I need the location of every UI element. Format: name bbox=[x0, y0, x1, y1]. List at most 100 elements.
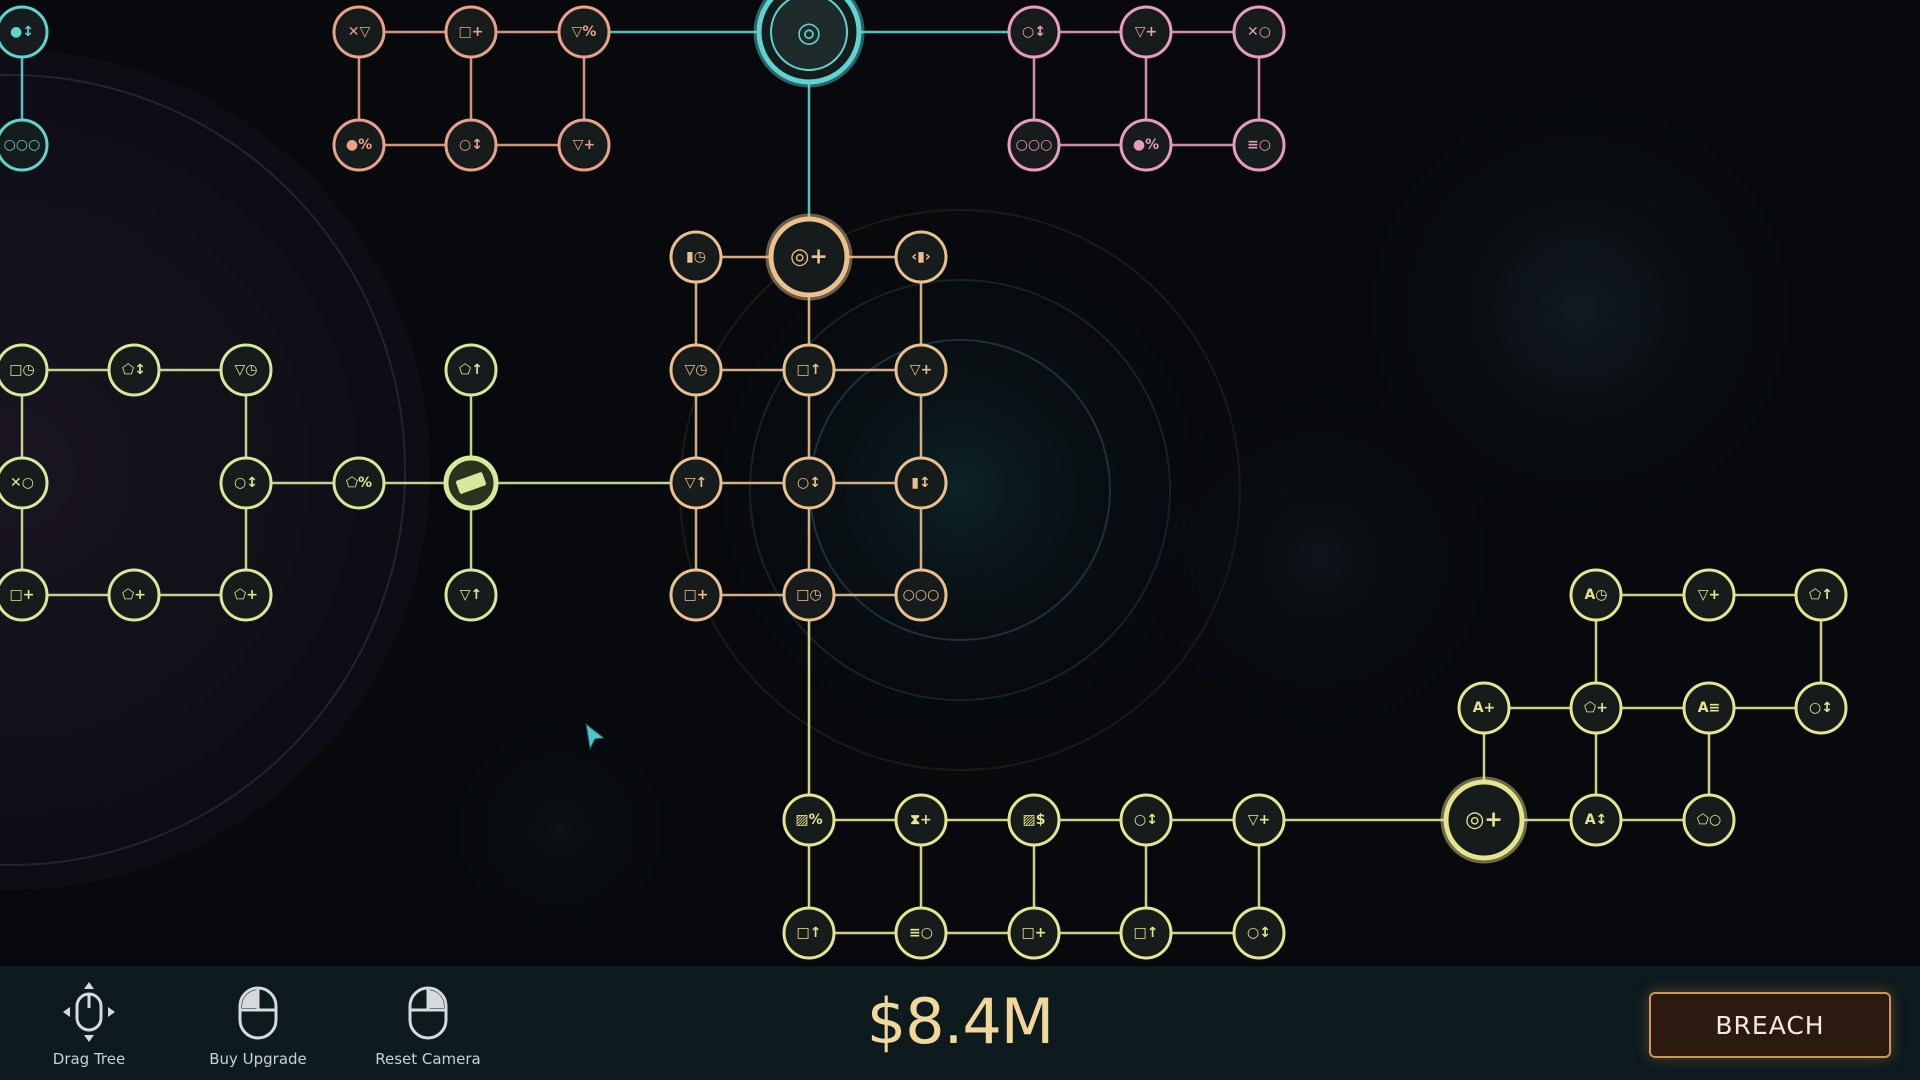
upgrade-node[interactable]: ⬠% bbox=[332, 456, 386, 510]
upgrade-node[interactable]: ▮◷ bbox=[669, 230, 723, 284]
upgrade-node[interactable]: ▽↑ bbox=[444, 568, 498, 622]
buy-upgrade-label: Buy Upgrade bbox=[209, 1050, 307, 1068]
upgrade-node[interactable]: ⬠+ bbox=[219, 568, 273, 622]
upgrade-node[interactable]: ⬠↑ bbox=[444, 343, 498, 397]
upgrade-key-node[interactable] bbox=[443, 455, 499, 511]
node-glyph-icon: ▮◷ bbox=[686, 249, 706, 265]
upgrade-node[interactable]: ▨$ bbox=[1007, 793, 1061, 847]
upgrade-node[interactable]: ▽+ bbox=[1682, 568, 1736, 622]
upgrade-node[interactable]: ○↕ bbox=[1119, 793, 1173, 847]
upgrade-node[interactable]: A◷ bbox=[1569, 568, 1623, 622]
upgrade-node[interactable]: ⬠↕ bbox=[107, 343, 161, 397]
upgrade-node[interactable]: □+ bbox=[1007, 906, 1061, 960]
upgrade-node[interactable]: ✕○ bbox=[0, 456, 49, 510]
upgrade-node[interactable]: □◷ bbox=[0, 343, 49, 397]
node-glyph-icon: ▽+ bbox=[1248, 812, 1271, 828]
node-glyph-icon: ○↕ bbox=[1134, 812, 1158, 828]
node-glyph-icon: ▮↕ bbox=[911, 475, 930, 491]
upgrade-hub-node[interactable]: ◎+ bbox=[1440, 776, 1528, 864]
node-glyph-icon: □+ bbox=[684, 587, 709, 603]
upgrade-node[interactable]: ▽+ bbox=[557, 118, 611, 172]
upgrade-node[interactable]: ○○○ bbox=[894, 568, 948, 622]
upgrade-node[interactable]: □+ bbox=[669, 568, 723, 622]
upgrade-node[interactable]: ○↕ bbox=[1232, 906, 1286, 960]
node-glyph-icon: ●% bbox=[346, 137, 372, 153]
upgrade-node[interactable]: ≡○ bbox=[894, 906, 948, 960]
upgrade-node[interactable]: ○↕ bbox=[444, 118, 498, 172]
upgrade-node[interactable]: ▨% bbox=[782, 793, 836, 847]
money-counter: $8.4M bbox=[866, 985, 1055, 1058]
upgrade-node[interactable]: A↕ bbox=[1569, 793, 1623, 847]
upgrade-node[interactable]: ▽+ bbox=[1119, 5, 1173, 59]
node-glyph-icon: □◷ bbox=[9, 362, 34, 378]
upgrade-node[interactable]: ○○○ bbox=[1007, 118, 1061, 172]
node-glyph-icon: ⬠↑ bbox=[1809, 587, 1833, 603]
reset-camera-hint: Reset Camera bbox=[358, 980, 498, 1068]
upgrade-node[interactable]: □◷ bbox=[782, 568, 836, 622]
drag-tree-label: Drag Tree bbox=[52, 1050, 126, 1068]
upgrade-core-node[interactable]: ◎ bbox=[753, 0, 865, 88]
node-glyph-icon: ≡○ bbox=[909, 925, 933, 941]
upgrade-node[interactable]: □↑ bbox=[1119, 906, 1173, 960]
node-glyph-icon: A◷ bbox=[1584, 587, 1607, 603]
node-glyph-icon: ⬠+ bbox=[122, 587, 146, 603]
upgrade-node[interactable]: ▽+ bbox=[1232, 793, 1286, 847]
upgrade-node[interactable]: ●↕ bbox=[0, 5, 49, 59]
upgrade-node[interactable]: ⧗+ bbox=[894, 793, 948, 847]
upgrade-node[interactable]: ⬠+ bbox=[107, 568, 161, 622]
breach-button[interactable]: BREACH bbox=[1649, 992, 1891, 1058]
upgrade-node[interactable]: ⬠○ bbox=[1682, 793, 1736, 847]
node-glyph-icon: ○↕ bbox=[1809, 700, 1833, 716]
upgrade-node[interactable]: ○↕ bbox=[1794, 681, 1848, 735]
upgrade-node[interactable]: ▽+ bbox=[894, 343, 948, 397]
upgrade-node[interactable]: ▽◷ bbox=[219, 343, 273, 397]
upgrade-node[interactable]: ‹▮› bbox=[894, 230, 948, 284]
node-glyph-icon: ▽◷ bbox=[685, 362, 708, 378]
upgrade-node[interactable]: ○↕ bbox=[1007, 5, 1061, 59]
upgrade-node[interactable]: ✕▽ bbox=[332, 5, 386, 59]
node-glyph-icon: A↕ bbox=[1585, 812, 1608, 828]
node-glyph-icon: ○○○ bbox=[4, 137, 41, 153]
node-glyph-icon: ⬠↕ bbox=[122, 362, 146, 378]
node-glyph-icon: ▽+ bbox=[1135, 24, 1158, 40]
upgrade-node[interactable]: ≡○ bbox=[1232, 118, 1286, 172]
node-glyph-icon: ⬠+ bbox=[1584, 700, 1608, 716]
upgrade-node[interactable]: ▽% bbox=[557, 5, 611, 59]
upgrade-node[interactable]: □+ bbox=[444, 5, 498, 59]
upgrade-node[interactable]: ▽◷ bbox=[669, 343, 723, 397]
upgrade-node[interactable]: ○○○ bbox=[0, 118, 49, 172]
upgrade-node[interactable]: ●% bbox=[332, 118, 386, 172]
upgrade-node[interactable]: ▮↕ bbox=[894, 456, 948, 510]
drag-tree-hint: Drag Tree bbox=[19, 980, 159, 1068]
node-glyph-icon: ▽+ bbox=[1698, 587, 1721, 603]
node-glyph-icon: ▽◷ bbox=[235, 362, 258, 378]
upgrade-node[interactable]: □↑ bbox=[782, 906, 836, 960]
node-glyph-icon: ▨$ bbox=[1023, 812, 1046, 828]
upgrade-node[interactable]: A≡ bbox=[1682, 681, 1736, 735]
node-glyph-icon: ⬠% bbox=[346, 475, 372, 491]
mouse-move-icon bbox=[63, 982, 115, 1042]
upgrade-node[interactable]: ⬠+ bbox=[1569, 681, 1623, 735]
node-glyph-icon: ▽+ bbox=[910, 362, 933, 378]
node-glyph-icon: ○↕ bbox=[459, 137, 483, 153]
node-glyph-icon: ○↕ bbox=[234, 475, 258, 491]
upgrade-node[interactable]: A+ bbox=[1457, 681, 1511, 735]
upgrade-node[interactable]: □↑ bbox=[782, 343, 836, 397]
upgrade-node[interactable]: ✕○ bbox=[1232, 5, 1286, 59]
node-glyph-icon: ✕▽ bbox=[348, 24, 371, 40]
upgrade-node[interactable]: ○↕ bbox=[782, 456, 836, 510]
node-glyph-icon: ○↕ bbox=[1022, 24, 1046, 40]
upgrade-node[interactable]: □+ bbox=[0, 568, 49, 622]
upgrade-node[interactable]: ●% bbox=[1119, 118, 1173, 172]
upgrade-tree[interactable]: ●↕ ○○○ ✕▽ □+ ▽% ●% ○↕ ▽+ ◎ ○↕ ▽+ ✕○ ○○○ ●% ≡○ ◎+ ▮◷ ‹▮› ▽◷… bbox=[0, 0, 1920, 1080]
node-glyph-icon: ◎ bbox=[797, 16, 821, 49]
upgrade-node[interactable]: ▽↑ bbox=[669, 456, 723, 510]
node-glyph-icon: □↑ bbox=[797, 362, 822, 378]
upgrade-hub-node[interactable]: ◎+ bbox=[765, 213, 853, 301]
node-glyph-icon: □+ bbox=[1022, 925, 1047, 941]
node-glyph-icon: □+ bbox=[10, 587, 35, 603]
node-glyph-icon: ✕○ bbox=[1247, 24, 1271, 40]
upgrade-node[interactable]: ○↕ bbox=[219, 456, 273, 510]
node-glyph-icon: □↑ bbox=[1134, 925, 1159, 941]
upgrade-node[interactable]: ⬠↑ bbox=[1794, 568, 1848, 622]
